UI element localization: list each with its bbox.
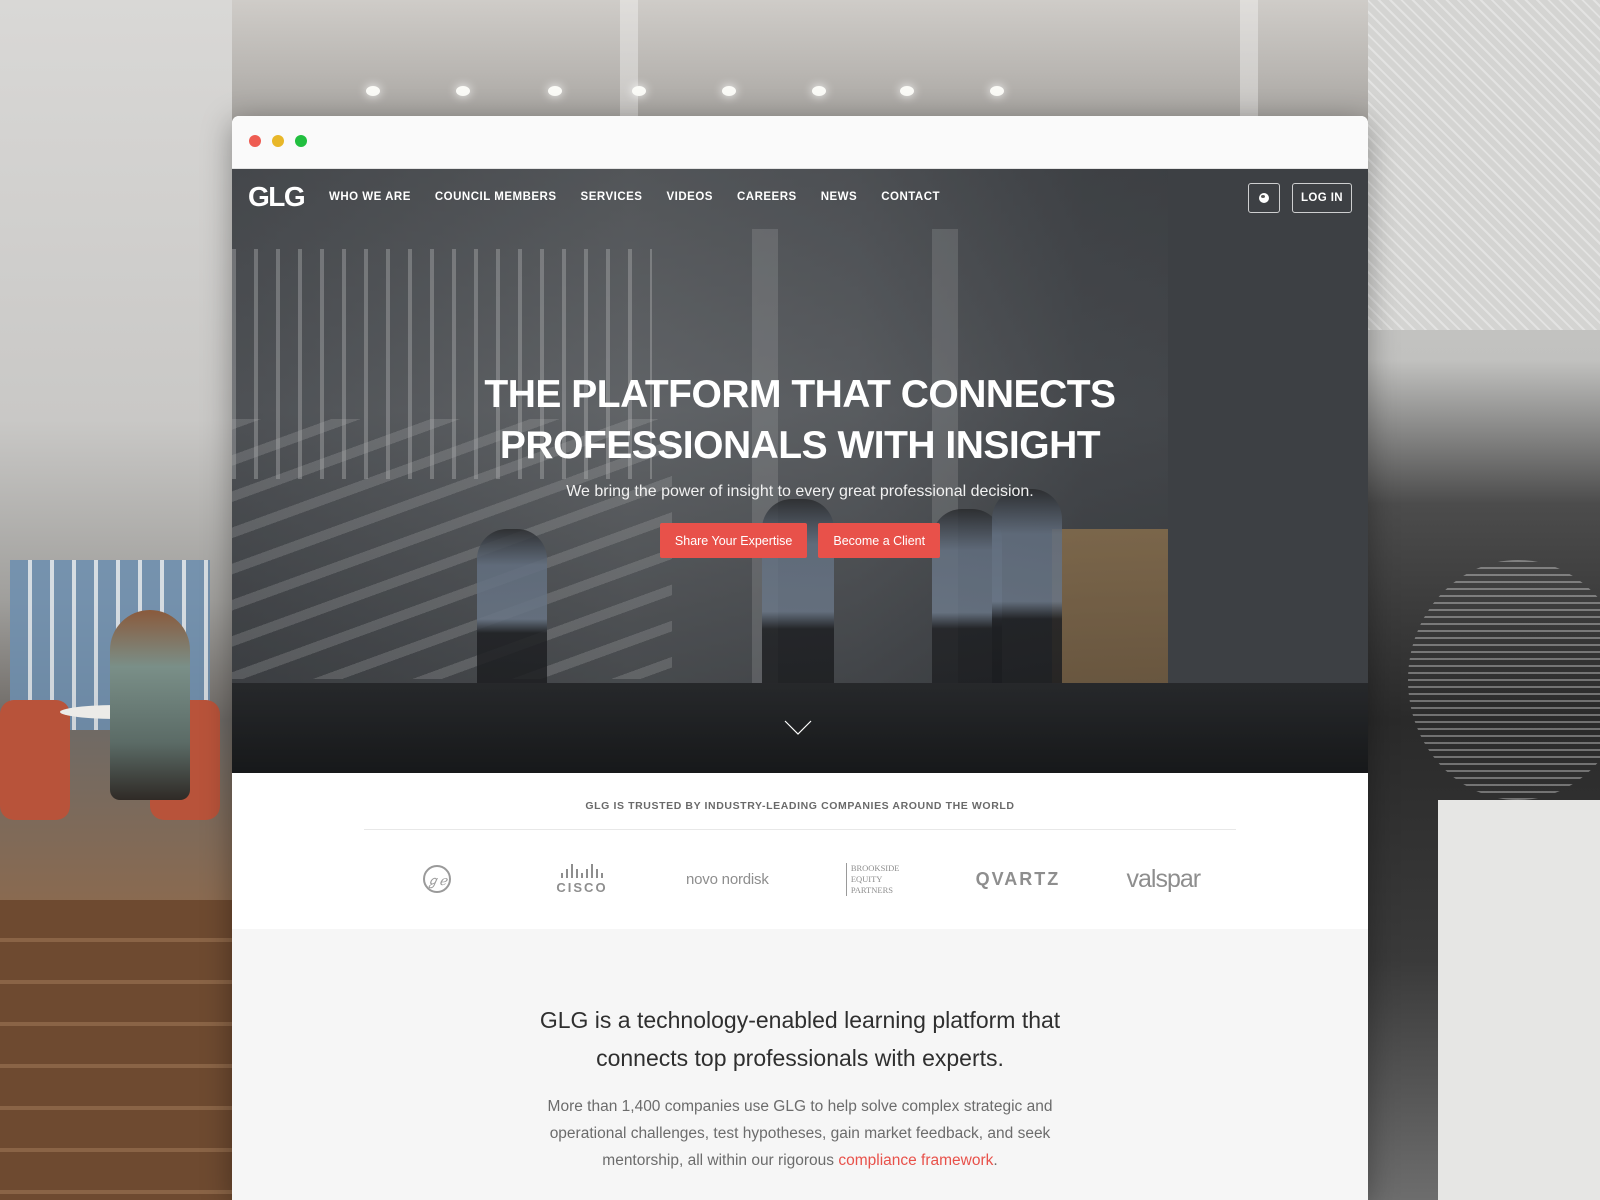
nav-careers[interactable]: CAREERS bbox=[737, 191, 797, 203]
nav-news[interactable]: NEWS bbox=[821, 191, 858, 203]
trusted-companies-section: GLG IS TRUSTED BY INDUSTRY-LEADING COMPA… bbox=[232, 773, 1368, 929]
become-client-button[interactable]: Become a Client bbox=[818, 523, 941, 558]
browser-window: GLG WHO WE ARE COUNCIL MEMBERS SERVICES … bbox=[232, 116, 1368, 1200]
hero-title-line1: THE PLATFORM THAT CONNECTS bbox=[484, 373, 1116, 416]
share-expertise-button[interactable]: Share Your Expertise bbox=[659, 523, 808, 558]
ge-logo-mark: ℊℯ bbox=[422, 865, 451, 893]
hero-title: THE PLATFORM THAT CONNECTS PROFESSIONALS… bbox=[232, 369, 1368, 471]
cisco-bars-icon bbox=[560, 863, 603, 878]
about-body: More than 1,400 companies use GLG to hel… bbox=[547, 1098, 1053, 1169]
left-office-scene bbox=[0, 0, 232, 1200]
glg-logo[interactable]: GLG bbox=[248, 181, 306, 213]
login-button[interactable]: LOG IN bbox=[1292, 183, 1352, 213]
browser-titlebar bbox=[232, 116, 1368, 169]
hero-buttons: Share Your Expertise Become a Client bbox=[232, 523, 1368, 558]
nav-services[interactable]: SERVICES bbox=[581, 191, 643, 203]
trusted-divider bbox=[364, 829, 1236, 830]
nav-links: WHO WE ARE COUNCIL MEMBERS SERVICES VIDE… bbox=[329, 191, 964, 203]
language-button[interactable] bbox=[1248, 183, 1280, 213]
about-title: GLG is a technology-enabled learning pla… bbox=[539, 1007, 1061, 1071]
nav-council-members[interactable]: COUNCIL MEMBERS bbox=[435, 191, 557, 203]
maximize-window-button[interactable] bbox=[295, 135, 307, 147]
nav-actions: LOG IN bbox=[1248, 183, 1352, 213]
hero-subtitle: We bring the power of insight to every g… bbox=[566, 483, 1034, 500]
right-office-scene bbox=[1368, 0, 1600, 1200]
hero-title-line2: PROFESSIONALS WITH INSIGHT bbox=[499, 424, 1101, 467]
brookside-logo: BROOKSIDE EQUITY PARTNERS bbox=[803, 862, 943, 896]
valspar-logo: valspar bbox=[1126, 864, 1202, 893]
cisco-wordmark: CISCO bbox=[556, 879, 608, 895]
cisco-logo: CISCO bbox=[512, 863, 652, 895]
close-window-button[interactable] bbox=[249, 135, 261, 147]
hero-content: THE PLATFORM THAT CONNECTS PROFESSIONALS… bbox=[232, 369, 1368, 558]
ceiling bbox=[0, 0, 1600, 120]
nav-who-we-are[interactable]: WHO WE ARE bbox=[329, 191, 411, 203]
company-logos: ℊℯ CISCO novo nordisk BROOKSIDE EQUITY P… bbox=[364, 849, 1236, 909]
nav-videos[interactable]: VIDEOS bbox=[666, 191, 712, 203]
qvartz-logo: QVARTZ bbox=[975, 868, 1061, 889]
hero-section: GLG WHO WE ARE COUNCIL MEMBERS SERVICES … bbox=[232, 169, 1368, 773]
main-nav: GLG WHO WE ARE COUNCIL MEMBERS SERVICES … bbox=[232, 169, 1368, 229]
about-section: GLG is a technology-enabled learning pla… bbox=[232, 929, 1368, 1200]
novo-nordisk-logo: novo nordisk bbox=[685, 870, 769, 888]
globe-icon bbox=[1259, 193, 1269, 203]
minimize-window-button[interactable] bbox=[272, 135, 284, 147]
nav-contact[interactable]: CONTACT bbox=[881, 191, 940, 203]
trusted-title: GLG IS TRUSTED BY INDUSTRY-LEADING COMPA… bbox=[585, 800, 1015, 812]
compliance-framework-link[interactable]: compliance framework bbox=[838, 1152, 993, 1169]
chevron-down-icon[interactable] bbox=[784, 719, 812, 737]
ge-logo: ℊℯ bbox=[367, 865, 507, 893]
